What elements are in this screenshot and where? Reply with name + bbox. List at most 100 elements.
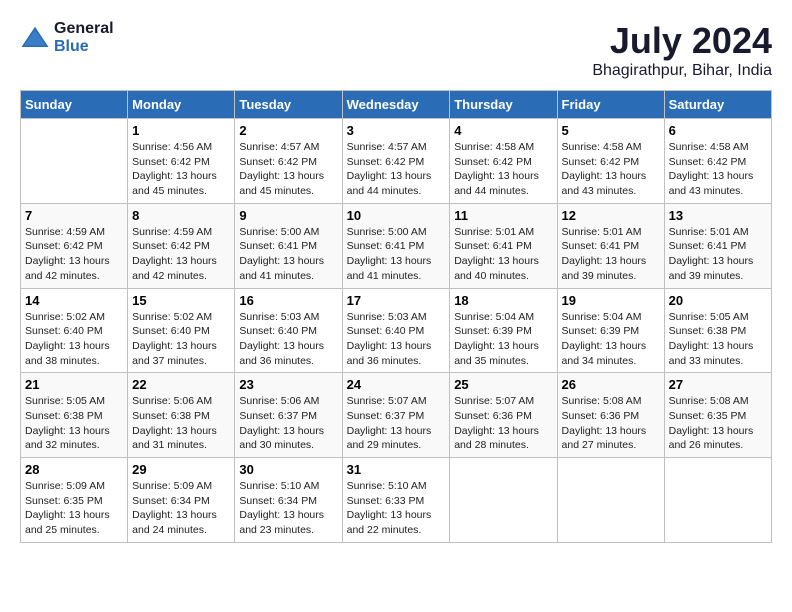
header-cell-thursday: Thursday [450,91,557,119]
calendar-cell: 18 Sunrise: 5:04 AMSunset: 6:39 PMDaylig… [450,288,557,373]
month-year: July 2024 [592,20,772,62]
cell-info: Sunrise: 5:02 AMSunset: 6:40 PMDaylight:… [25,310,123,369]
cell-info: Sunrise: 5:00 AMSunset: 6:41 PMDaylight:… [239,225,337,284]
header-row: SundayMondayTuesdayWednesdayThursdayFrid… [21,91,772,119]
day-number: 13 [669,208,767,223]
week-row-3: 14 Sunrise: 5:02 AMSunset: 6:40 PMDaylig… [21,288,772,373]
day-number: 9 [239,208,337,223]
calendar-cell: 9 Sunrise: 5:00 AMSunset: 6:41 PMDayligh… [235,203,342,288]
cell-info: Sunrise: 5:08 AMSunset: 6:36 PMDaylight:… [562,394,660,453]
day-number: 10 [347,208,446,223]
day-number: 5 [562,123,660,138]
cell-info: Sunrise: 4:57 AMSunset: 6:42 PMDaylight:… [239,140,337,199]
cell-info: Sunrise: 5:06 AMSunset: 6:37 PMDaylight:… [239,394,337,453]
day-number: 23 [239,377,337,392]
day-number: 6 [669,123,767,138]
calendar-cell: 29 Sunrise: 5:09 AMSunset: 6:34 PMDaylig… [128,458,235,543]
calendar-cell: 25 Sunrise: 5:07 AMSunset: 6:36 PMDaylig… [450,373,557,458]
day-number: 8 [132,208,230,223]
day-number: 1 [132,123,230,138]
cell-info: Sunrise: 5:07 AMSunset: 6:37 PMDaylight:… [347,394,446,453]
calendar-cell: 17 Sunrise: 5:03 AMSunset: 6:40 PMDaylig… [342,288,450,373]
week-row-1: 1 Sunrise: 4:56 AMSunset: 6:42 PMDayligh… [21,119,772,204]
cell-info: Sunrise: 5:02 AMSunset: 6:40 PMDaylight:… [132,310,230,369]
calendar-cell [664,458,771,543]
calendar-cell: 22 Sunrise: 5:06 AMSunset: 6:38 PMDaylig… [128,373,235,458]
calendar-table: SundayMondayTuesdayWednesdayThursdayFrid… [20,90,772,543]
day-number: 27 [669,377,767,392]
cell-info: Sunrise: 4:58 AMSunset: 6:42 PMDaylight:… [454,140,552,199]
day-number: 4 [454,123,552,138]
calendar-cell: 4 Sunrise: 4:58 AMSunset: 6:42 PMDayligh… [450,119,557,204]
calendar-cell: 2 Sunrise: 4:57 AMSunset: 6:42 PMDayligh… [235,119,342,204]
header-cell-sunday: Sunday [21,91,128,119]
calendar-cell: 21 Sunrise: 5:05 AMSunset: 6:38 PMDaylig… [21,373,128,458]
cell-info: Sunrise: 4:58 AMSunset: 6:42 PMDaylight:… [669,140,767,199]
day-number: 30 [239,462,337,477]
day-number: 21 [25,377,123,392]
day-number: 26 [562,377,660,392]
day-number: 28 [25,462,123,477]
day-number: 15 [132,293,230,308]
cell-info: Sunrise: 4:58 AMSunset: 6:42 PMDaylight:… [562,140,660,199]
cell-info: Sunrise: 5:01 AMSunset: 6:41 PMDaylight:… [669,225,767,284]
cell-info: Sunrise: 4:59 AMSunset: 6:42 PMDaylight:… [25,225,123,284]
cell-info: Sunrise: 5:01 AMSunset: 6:41 PMDaylight:… [454,225,552,284]
location: Bhagirathpur, Bihar, India [592,62,772,80]
cell-info: Sunrise: 5:04 AMSunset: 6:39 PMDaylight:… [454,310,552,369]
day-number: 11 [454,208,552,223]
week-row-2: 7 Sunrise: 4:59 AMSunset: 6:42 PMDayligh… [21,203,772,288]
day-number: 16 [239,293,337,308]
calendar-cell: 23 Sunrise: 5:06 AMSunset: 6:37 PMDaylig… [235,373,342,458]
day-number: 24 [347,377,446,392]
cell-info: Sunrise: 5:04 AMSunset: 6:39 PMDaylight:… [562,310,660,369]
calendar-cell: 7 Sunrise: 4:59 AMSunset: 6:42 PMDayligh… [21,203,128,288]
calendar-cell: 28 Sunrise: 5:09 AMSunset: 6:35 PMDaylig… [21,458,128,543]
calendar-cell: 30 Sunrise: 5:10 AMSunset: 6:34 PMDaylig… [235,458,342,543]
day-number: 29 [132,462,230,477]
calendar-cell: 31 Sunrise: 5:10 AMSunset: 6:33 PMDaylig… [342,458,450,543]
calendar-cell: 20 Sunrise: 5:05 AMSunset: 6:38 PMDaylig… [664,288,771,373]
calendar-cell [557,458,664,543]
cell-info: Sunrise: 4:57 AMSunset: 6:42 PMDaylight:… [347,140,446,199]
calendar-cell: 1 Sunrise: 4:56 AMSunset: 6:42 PMDayligh… [128,119,235,204]
logo-text: General Blue [54,20,114,56]
cell-info: Sunrise: 5:08 AMSunset: 6:35 PMDaylight:… [669,394,767,453]
header-cell-monday: Monday [128,91,235,119]
calendar-cell: 15 Sunrise: 5:02 AMSunset: 6:40 PMDaylig… [128,288,235,373]
calendar-cell: 14 Sunrise: 5:02 AMSunset: 6:40 PMDaylig… [21,288,128,373]
day-number: 22 [132,377,230,392]
day-number: 17 [347,293,446,308]
logo: General Blue [20,20,114,56]
calendar-cell [450,458,557,543]
calendar-cell: 24 Sunrise: 5:07 AMSunset: 6:37 PMDaylig… [342,373,450,458]
calendar-cell: 10 Sunrise: 5:00 AMSunset: 6:41 PMDaylig… [342,203,450,288]
day-number: 14 [25,293,123,308]
page-header: General Blue July 2024 Bhagirathpur, Bih… [20,20,772,80]
calendar-cell: 13 Sunrise: 5:01 AMSunset: 6:41 PMDaylig… [664,203,771,288]
header-cell-friday: Friday [557,91,664,119]
day-number: 18 [454,293,552,308]
calendar-cell: 19 Sunrise: 5:04 AMSunset: 6:39 PMDaylig… [557,288,664,373]
calendar-cell [21,119,128,204]
cell-info: Sunrise: 5:03 AMSunset: 6:40 PMDaylight:… [347,310,446,369]
cell-info: Sunrise: 5:05 AMSunset: 6:38 PMDaylight:… [669,310,767,369]
day-number: 12 [562,208,660,223]
calendar-cell: 5 Sunrise: 4:58 AMSunset: 6:42 PMDayligh… [557,119,664,204]
cell-info: Sunrise: 5:06 AMSunset: 6:38 PMDaylight:… [132,394,230,453]
calendar-cell: 3 Sunrise: 4:57 AMSunset: 6:42 PMDayligh… [342,119,450,204]
title-block: July 2024 Bhagirathpur, Bihar, India [592,20,772,80]
cell-info: Sunrise: 5:09 AMSunset: 6:34 PMDaylight:… [132,479,230,538]
logo-icon [20,23,50,53]
cell-info: Sunrise: 5:01 AMSunset: 6:41 PMDaylight:… [562,225,660,284]
cell-info: Sunrise: 5:00 AMSunset: 6:41 PMDaylight:… [347,225,446,284]
day-number: 20 [669,293,767,308]
calendar-cell: 11 Sunrise: 5:01 AMSunset: 6:41 PMDaylig… [450,203,557,288]
cell-info: Sunrise: 5:03 AMSunset: 6:40 PMDaylight:… [239,310,337,369]
calendar-cell: 26 Sunrise: 5:08 AMSunset: 6:36 PMDaylig… [557,373,664,458]
cell-info: Sunrise: 5:09 AMSunset: 6:35 PMDaylight:… [25,479,123,538]
day-number: 31 [347,462,446,477]
cell-info: Sunrise: 5:05 AMSunset: 6:38 PMDaylight:… [25,394,123,453]
day-number: 3 [347,123,446,138]
cell-info: Sunrise: 5:10 AMSunset: 6:33 PMDaylight:… [347,479,446,538]
